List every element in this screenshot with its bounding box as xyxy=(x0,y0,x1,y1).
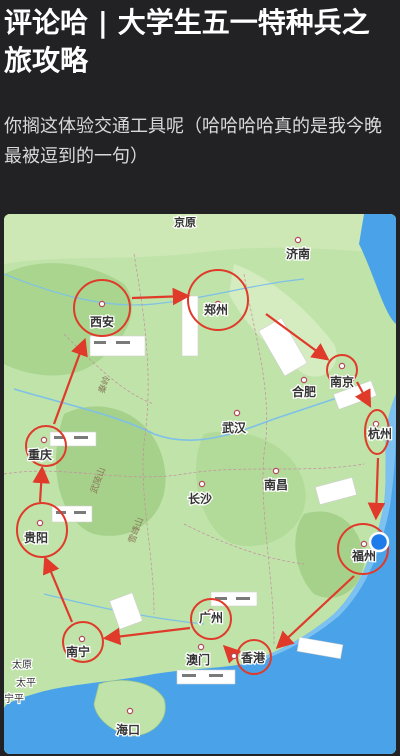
route-map-image[interactable]: 秦岭 武陵山 雪峰山 京原 济南 西安 郑州 合肥 南京 杭州 武汉 重庆 南昌… xyxy=(4,214,396,754)
post-title: 评论哈 | 大学生五一特种兵之旅攻略 xyxy=(4,6,370,77)
city-label-xianggang: 香港 xyxy=(240,650,266,665)
city-label-aomen: 澳门 xyxy=(186,652,210,667)
city-label-haikou: 海口 xyxy=(116,722,140,737)
city-label-nanjing: 南京 xyxy=(330,374,354,389)
city-label-taiyuan-partial: 太原 xyxy=(12,658,32,671)
ticket-image xyxy=(181,295,199,357)
post-header: 评论哈 | 大学生五一特种兵之旅攻略 你搁这体验交通工具呢（哈哈哈哈真的是我今晚… xyxy=(0,0,400,212)
city-label-zhengzhou: 郑州 xyxy=(204,302,228,317)
post-body: 你搁这体验交通工具呢（哈哈哈哈真的是我今晚最被逗到的一句） xyxy=(4,116,382,167)
ticket-image xyxy=(89,335,146,357)
city-label-nanchang: 南昌 xyxy=(264,477,288,492)
city-label-hefei: 合肥 xyxy=(292,384,316,399)
city-label-chongqing: 重庆 xyxy=(28,447,52,462)
city-label-guangzhou: 广州 xyxy=(199,610,223,625)
city-label-ningping-partial: 宁平 xyxy=(4,692,24,705)
route-map: 秦岭 武陵山 雪峰山 京原 济南 西安 郑州 合肥 南京 杭州 武汉 重庆 南昌… xyxy=(4,214,396,754)
city-label-wuhan: 武汉 xyxy=(222,420,247,435)
city-label-fuzhou: 福州 xyxy=(351,548,376,563)
city-label-taiping-partial: 太平 xyxy=(16,676,36,689)
city-label-hangzhou: 杭州 xyxy=(368,426,392,441)
city-label-xian: 西安 xyxy=(90,314,114,329)
city-label-nanning: 南宁 xyxy=(66,644,90,659)
current-location-dot[interactable] xyxy=(368,531,390,553)
city-label-top-partial: 京原 xyxy=(174,215,196,229)
city-label-guiyang: 贵阳 xyxy=(24,530,48,545)
city-label-jinan: 济南 xyxy=(286,246,310,261)
city-label-changsha: 长沙 xyxy=(188,491,212,506)
